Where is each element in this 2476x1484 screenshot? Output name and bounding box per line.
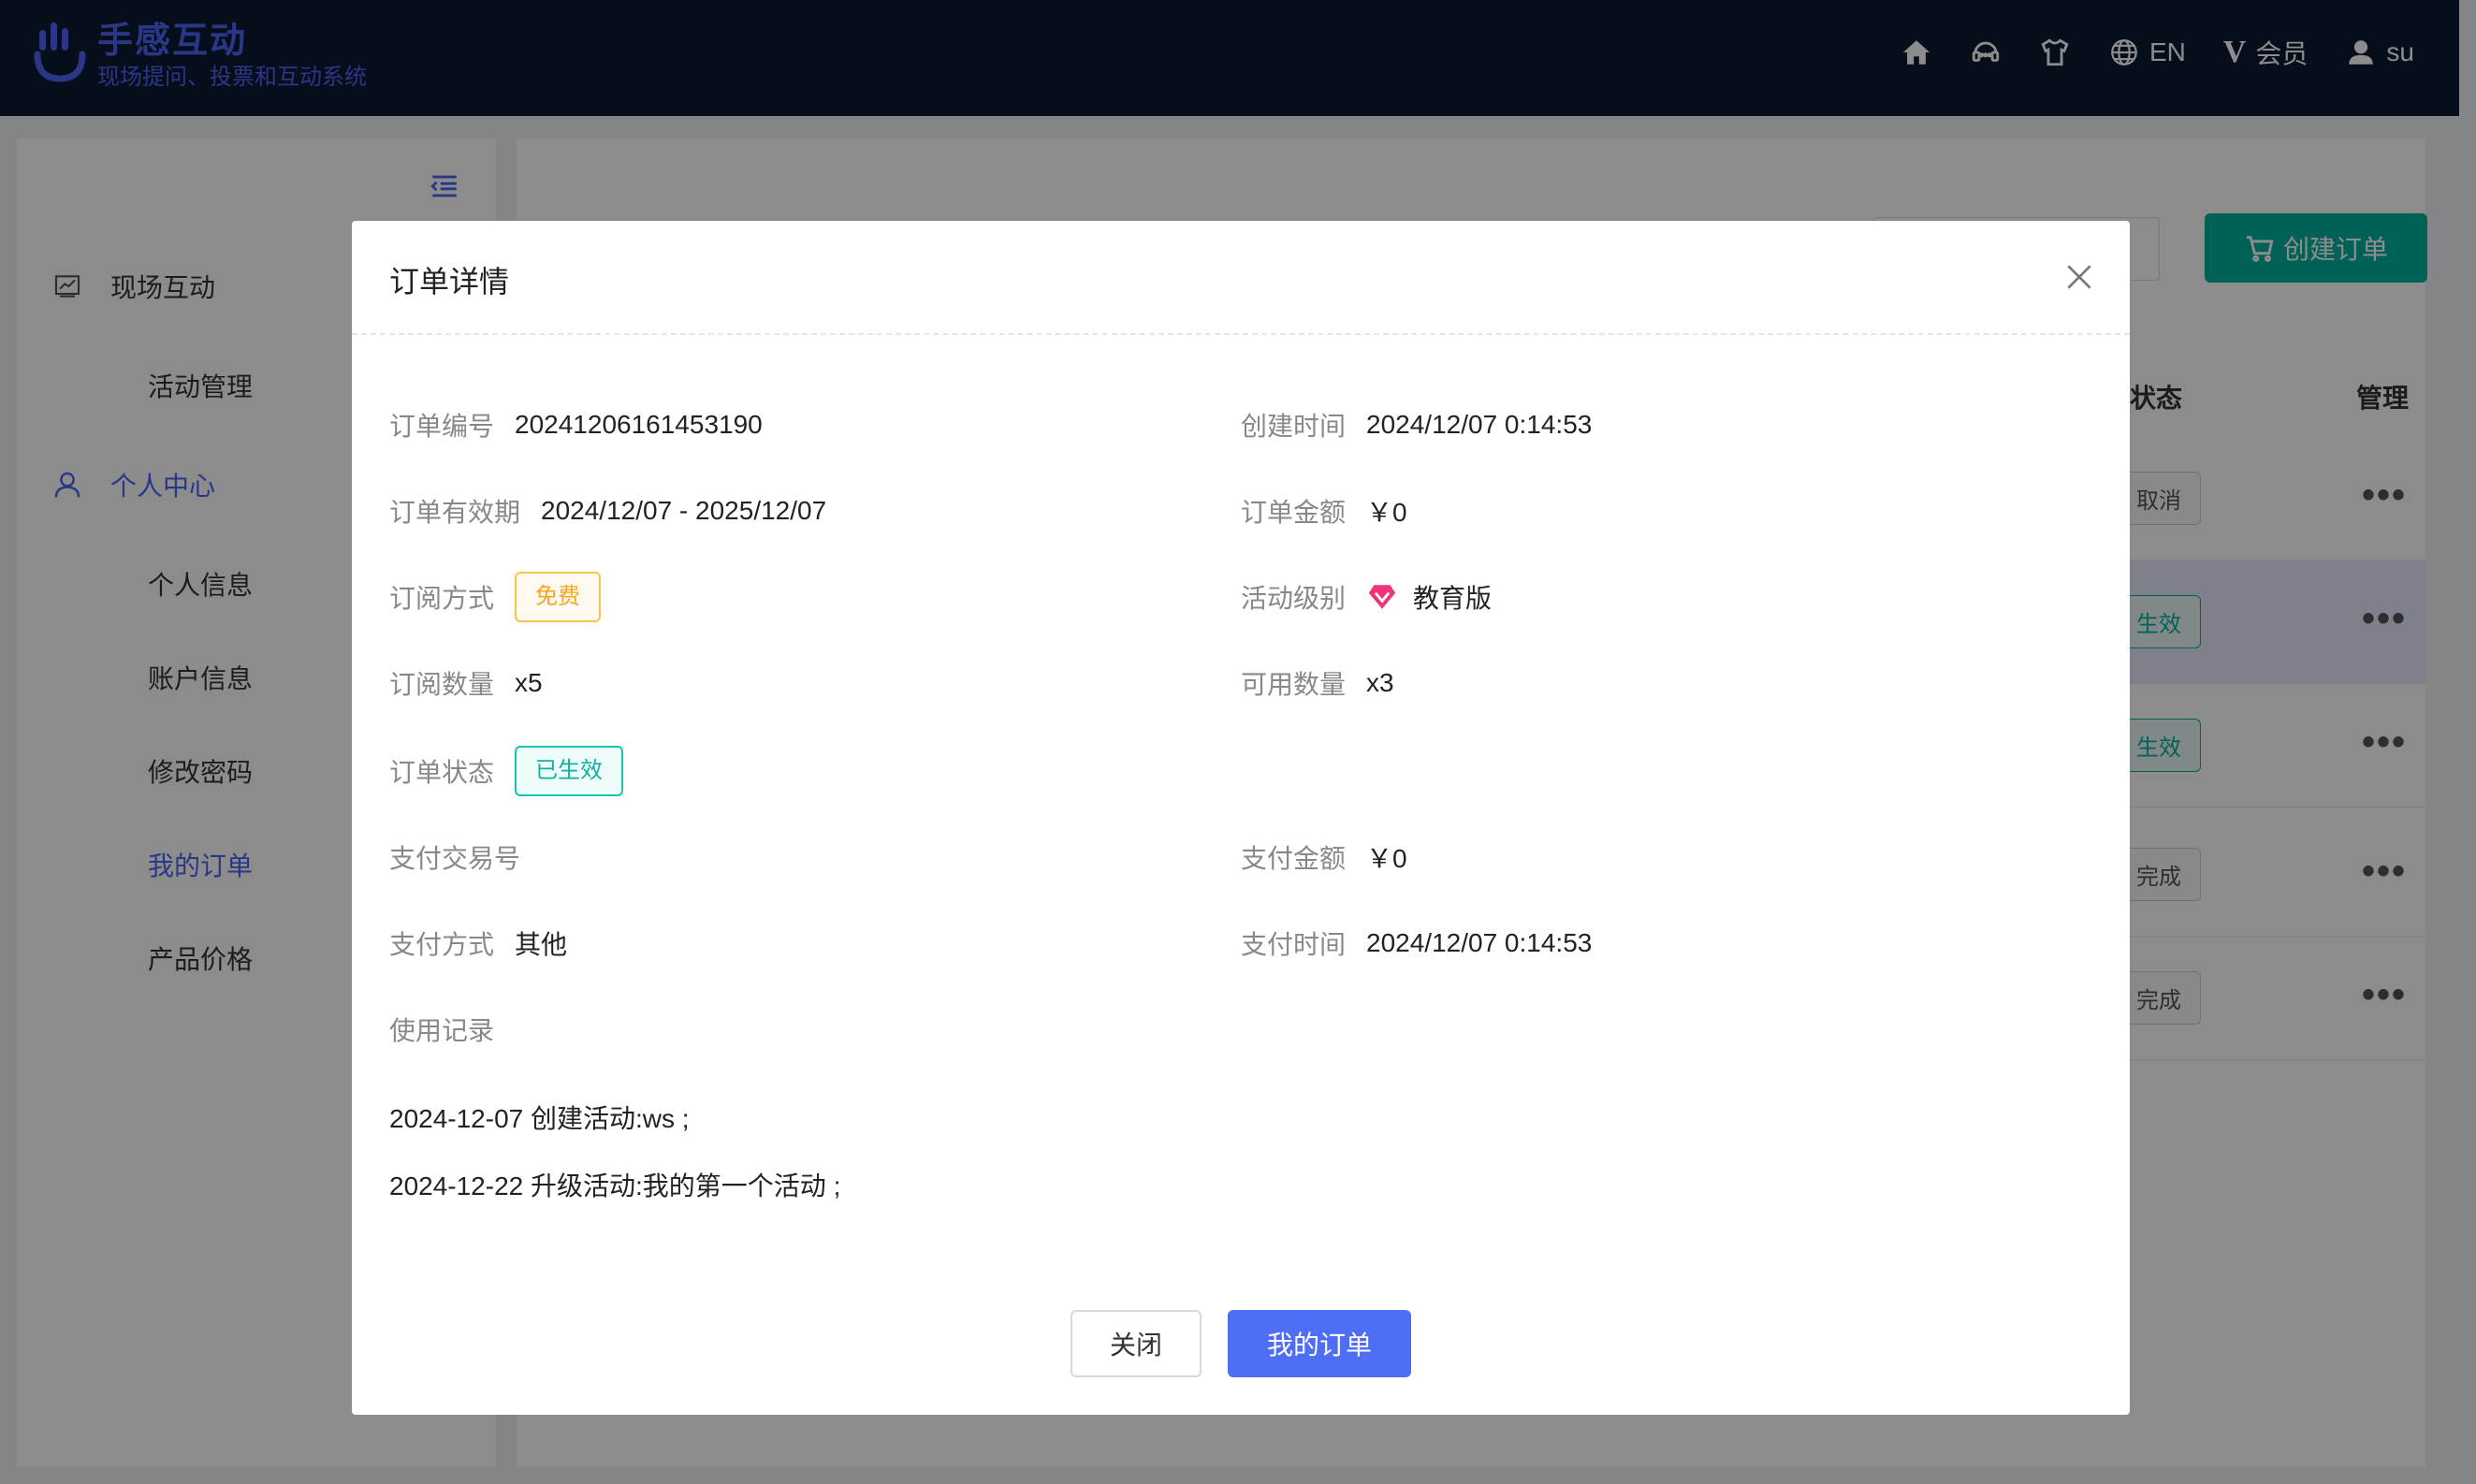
field-label: 支付金额 [1241, 844, 1347, 873]
validity-value: 2024/12/07 - 2025/12/07 [541, 496, 827, 525]
close-icon[interactable] [2061, 258, 2098, 296]
order-detail-dialog: 订单详情 订单编号 20241206161453190 创建时间 2024/12… [352, 221, 2130, 1415]
payment-method-value: 其他 [515, 930, 568, 959]
field-label: 订阅方式 [389, 584, 495, 613]
field-label: 支付时间 [1241, 930, 1347, 959]
field-label: 使用记录 [389, 1016, 495, 1045]
payment-amount-value: ￥0 [1366, 844, 1407, 873]
field-label: 订单编号 [389, 412, 495, 441]
available-quantity-value: x3 [1366, 668, 1394, 697]
my-orders-button[interactable]: 我的订单 [1228, 1310, 1411, 1377]
order-amount-field: 订单金额 ￥0 [1241, 492, 1407, 530]
field-label: 订阅数量 [389, 670, 495, 699]
payment-amount-field: 支付金额 ￥0 [1241, 838, 1407, 876]
close-button[interactable]: 关闭 [1071, 1310, 1202, 1377]
field-label: 创建时间 [1241, 412, 1347, 441]
order-amount-value: ￥0 [1366, 498, 1407, 527]
subscription-quantity-field: 订阅数量 x5 [389, 664, 543, 702]
available-quantity-field: 可用数量 x3 [1241, 664, 1394, 702]
created-time-value: 2024/12/07 0:14:53 [1366, 410, 1593, 439]
order-number-value: 20241206161453190 [515, 410, 763, 439]
validity-field: 订单有效期 2024/12/07 - 2025/12/07 [389, 492, 826, 530]
usage-log-entry: 2024-12-22 升级活动:我的第一个活动 ; [389, 1171, 841, 1200]
subscription-quantity-value: x5 [515, 668, 543, 697]
payment-method-field: 支付方式 其他 [389, 924, 567, 962]
created-time-field: 创建时间 2024/12/07 0:14:53 [1241, 406, 1592, 444]
usage-record-field: 使用记录 [389, 1011, 494, 1048]
field-label: 支付交易号 [389, 844, 521, 873]
order-number-field: 订单编号 20241206161453190 [389, 406, 763, 444]
activity-level-field: 活动级别 教育版 [1241, 578, 1492, 616]
field-label: 活动级别 [1241, 584, 1347, 613]
free-badge: 免费 [515, 572, 602, 622]
payment-time-field: 支付时间 2024/12/07 0:14:53 [1241, 924, 1592, 962]
activity-level-value: 教育版 [1413, 584, 1493, 613]
field-label: 支付方式 [389, 930, 495, 959]
payment-time-value: 2024/12/07 0:14:53 [1366, 928, 1593, 957]
status-badge: 已生效 [515, 746, 624, 796]
field-label: 订单金额 [1241, 498, 1347, 527]
field-label: 订单有效期 [389, 498, 521, 527]
dialog-title: 订单详情 [389, 265, 510, 298]
dialog-header: 订单详情 [352, 221, 2130, 335]
payment-transaction-field: 支付交易号 [389, 838, 520, 876]
diamond-heart-icon [1368, 585, 1396, 609]
field-label: 订单状态 [389, 758, 495, 787]
usage-log-entry: 2024-12-07 创建活动:ws ; [389, 1104, 690, 1133]
field-label: 可用数量 [1241, 670, 1347, 699]
order-status-field: 订单状态 已生效 [389, 746, 624, 796]
subscription-mode-field: 订阅方式 免费 [389, 572, 602, 622]
